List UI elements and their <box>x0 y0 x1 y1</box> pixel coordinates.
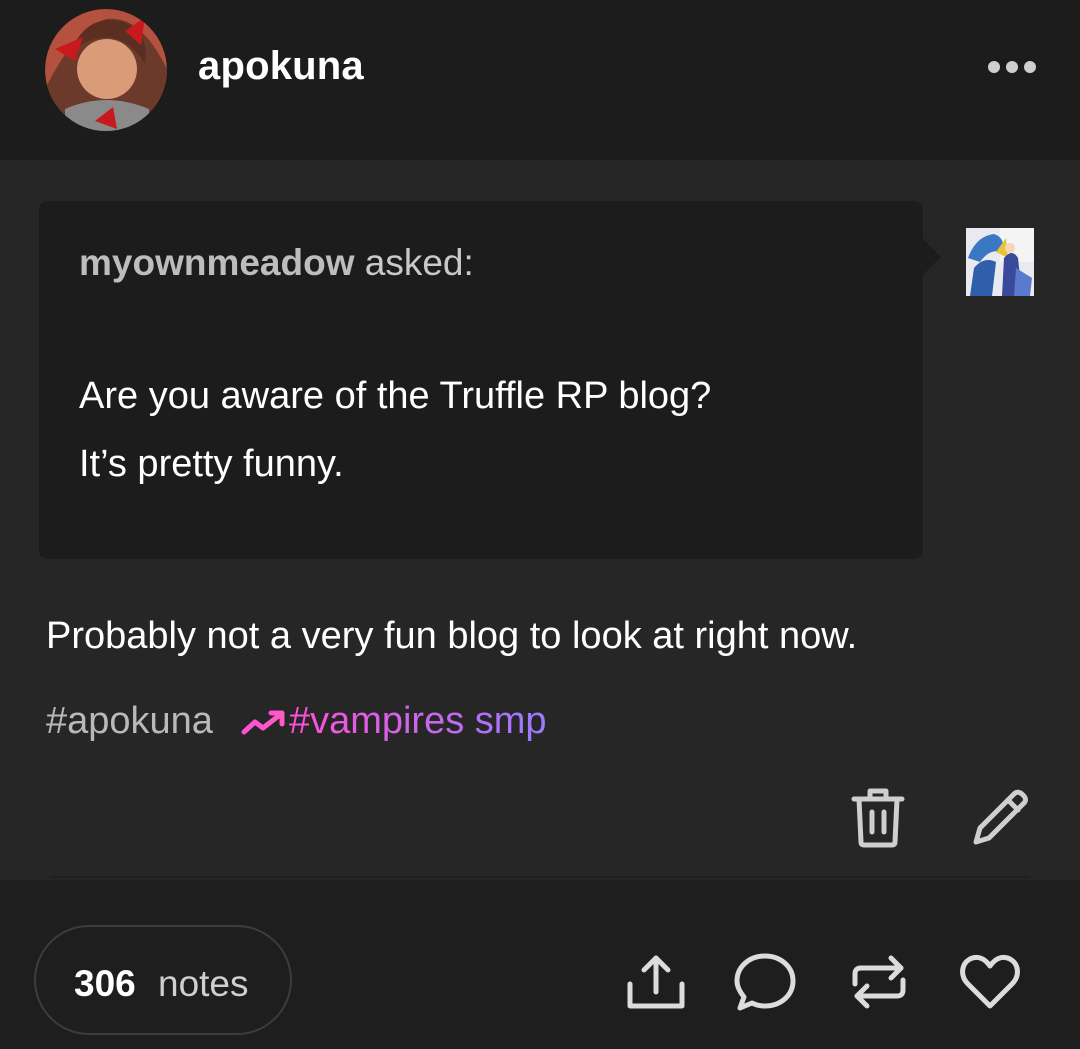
asked-label: asked: <box>364 242 474 283</box>
ask-bubble-tail <box>922 238 941 276</box>
reblog-icon[interactable] <box>847 950 911 1014</box>
more-options-icon[interactable] <box>987 56 1037 78</box>
pencil-icon[interactable] <box>968 786 1032 848</box>
tag-apokuna[interactable]: #apokuna <box>46 700 213 742</box>
notes-count: 306 <box>74 963 136 1004</box>
share-icon[interactable] <box>624 950 688 1014</box>
asker-avatar[interactable] <box>966 228 1034 296</box>
post-answer: Probably not a very fun blog to look at … <box>46 615 858 657</box>
ask-question: Are you aware of the Truffle RP blog? It… <box>79 362 899 498</box>
asker-name[interactable]: myownmeadow <box>79 242 355 283</box>
like-icon[interactable] <box>958 950 1022 1014</box>
post-username[interactable]: apokuna <box>198 44 364 89</box>
reply-icon[interactable] <box>733 950 797 1014</box>
notes-label: notes <box>158 963 249 1004</box>
user-avatar[interactable] <box>45 9 167 131</box>
question-line-1: Are you aware of the Truffle RP blog? <box>79 375 712 417</box>
tag-vampires-smp[interactable]: #vampires smp <box>289 700 547 742</box>
trending-icon <box>241 710 285 735</box>
ask-header: myownmeadow asked: <box>79 242 474 284</box>
question-line-2: It’s pretty funny. <box>79 443 344 485</box>
notes-button[interactable]: 306 notes <box>34 925 292 1035</box>
trash-icon[interactable] <box>850 786 906 848</box>
post-tags: #apokuna #vampires smp <box>46 700 547 748</box>
post-divider <box>50 876 1030 878</box>
